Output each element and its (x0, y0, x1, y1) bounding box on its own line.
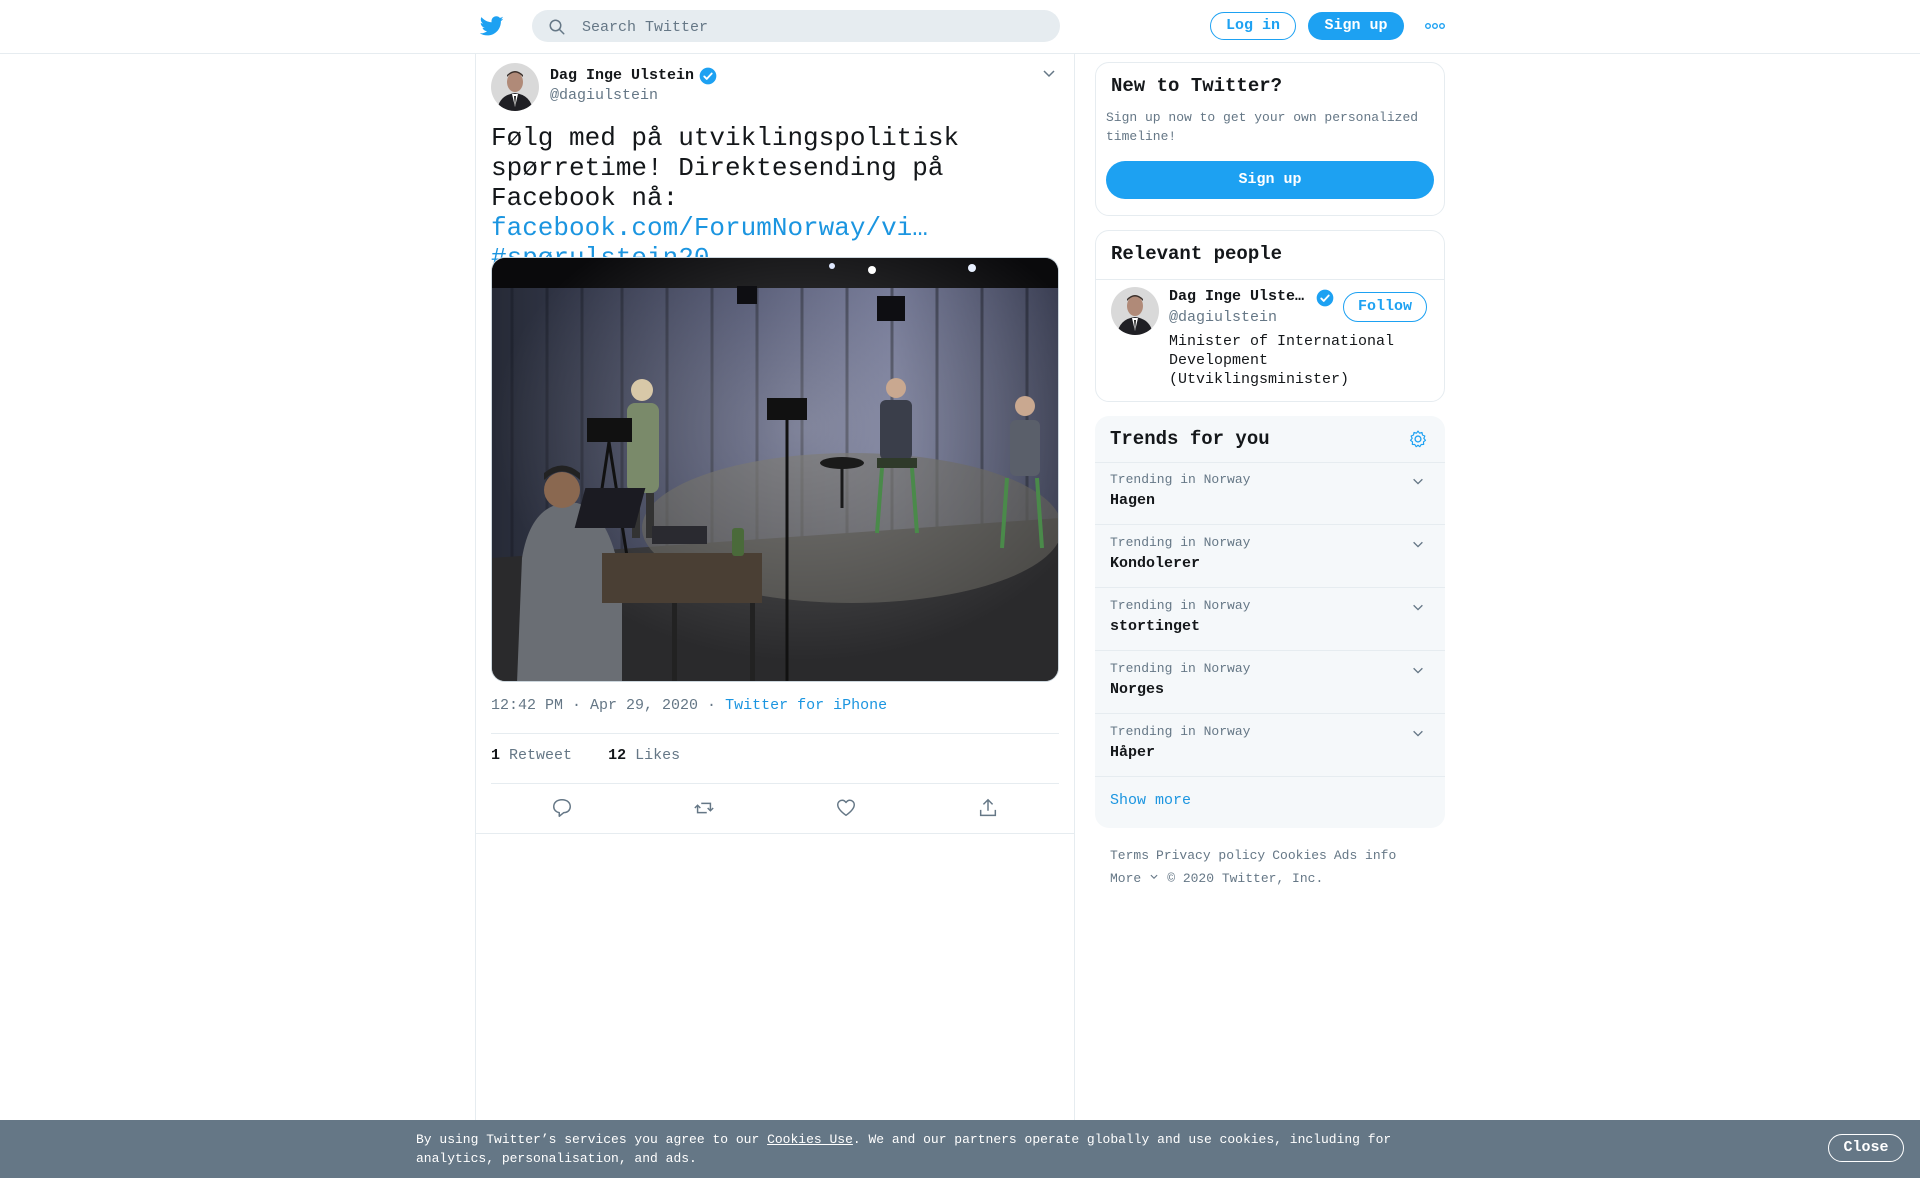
chevron-down-icon (1150, 874, 1158, 880)
trend-name: Hagen (1110, 492, 1156, 509)
ads-info-link[interactable]: Ads info (1334, 848, 1396, 863)
author-handle[interactable]: @dagiulstein (550, 87, 658, 104)
chevron-down-icon[interactable] (1411, 600, 1425, 614)
author-name[interactable]: Dag Inge Ulstein (550, 67, 694, 84)
panel-header: Relevant people (1096, 231, 1444, 280)
cookie-text: By using Twitter’s services you agree to… (416, 1130, 1416, 1168)
copyright: © 2020 Twitter, Inc. (1167, 871, 1324, 886)
panel-subtitle: Sign up now to get your own personalized… (1106, 110, 1419, 144)
retweet-icon[interactable] (693, 797, 715, 819)
trend-context: Trending in Norway (1110, 472, 1251, 487)
studio-photo (492, 258, 1058, 681)
more-label: More (1110, 871, 1142, 886)
twitter-logo-icon[interactable] (479, 14, 505, 38)
tweet-stats: 1 Retweet 12 Likes (491, 747, 680, 764)
trend-name: stortinget (1110, 618, 1201, 635)
person-name[interactable]: Dag Inge Ulste… (1169, 288, 1309, 305)
search-input[interactable] (580, 10, 1044, 44)
trend-context: Trending in Norway (1110, 724, 1251, 739)
panel-title: Trends for you (1110, 428, 1270, 450)
trend-name: Norges (1110, 681, 1165, 698)
footer-links: Terms Privacy policy Cookies Ads info More ©… (1110, 844, 1440, 890)
chevron-down-icon[interactable] (1411, 537, 1425, 551)
tweet-column: Dag Inge Ulstein @dagiulstein Følg med p… (475, 53, 1075, 1121)
login-button[interactable]: Log in (1210, 12, 1296, 40)
like-count: 12 (608, 747, 627, 764)
retweet-stat[interactable]: 1 Retweet (491, 747, 572, 764)
follow-button[interactable]: Follow (1343, 292, 1427, 322)
show-more-link[interactable]: Show more (1110, 792, 1191, 809)
panel-title: Relevant people (1111, 243, 1283, 265)
share-icon[interactable] (977, 797, 999, 819)
gear-icon[interactable] (1408, 429, 1428, 449)
tweet-link[interactable]: facebook.com/ForumNorway/vi… (491, 213, 928, 243)
close-button[interactable]: Close (1828, 1134, 1904, 1162)
verified-badge-icon (699, 67, 717, 85)
trend-name: Kondolerer (1110, 555, 1201, 572)
tweet: Dag Inge Ulstein @dagiulstein Følg med p… (476, 53, 1074, 834)
chevron-down-icon[interactable] (1411, 663, 1425, 677)
verified-badge-icon (1316, 289, 1334, 307)
top-bar: Log in Sign up (0, 0, 1920, 54)
cookie-banner: By using Twitter’s services you agree to… (0, 1120, 1920, 1178)
like-icon[interactable] (835, 797, 857, 819)
retweet-count: 1 (491, 747, 501, 764)
trend-item[interactable]: Trending in Norway Håper (1095, 714, 1445, 777)
sidebar-signup-button[interactable]: Sign up (1106, 161, 1434, 199)
avatar-image (491, 63, 539, 111)
new-to-twitter-panel: New to Twitter? Sign up now to get your … (1095, 62, 1445, 216)
signup-button[interactable]: Sign up (1308, 12, 1404, 40)
person-handle[interactable]: @dagiulstein (1169, 309, 1277, 326)
more-dots-icon[interactable] (1425, 20, 1445, 32)
trend-context: Trending in Norway (1110, 661, 1251, 676)
trend-item[interactable]: Trending in Norway Kondolerer (1095, 525, 1445, 588)
tweet-text: Følg med på utviklingspolitisk spørretim… (491, 123, 1051, 273)
meta-separator: · (698, 697, 726, 714)
trends-panel: Trends for you Trending in Norway Hagen … (1095, 416, 1445, 828)
tweet-text-plain: Følg med på utviklingspolitisk spørretim… (491, 123, 975, 213)
tweet-photo[interactable] (491, 257, 1059, 682)
trend-name: Håper (1110, 744, 1156, 761)
terms-link[interactable]: Terms (1110, 848, 1149, 863)
cookies-use-link[interactable]: Cookies Use (767, 1132, 853, 1147)
avatar[interactable] (491, 63, 539, 111)
trend-item[interactable]: Trending in Norway stortinget (1095, 588, 1445, 651)
panel-header: Trends for you (1095, 416, 1445, 463)
search-icon (549, 19, 565, 35)
chevron-down-icon[interactable] (1411, 474, 1425, 488)
likes-label: Likes (635, 747, 681, 764)
tweet-meta: 12:42 PM · Apr 29, 2020 · Twitter for iP… (491, 697, 887, 714)
more-menu[interactable]: More (1110, 871, 1160, 886)
tweet-time[interactable]: 12:42 PM · Apr 29, 2020 (491, 697, 698, 714)
cookie-text-before: By using Twitter’s services you agree to… (416, 1132, 768, 1147)
chevron-down-icon[interactable] (1041, 65, 1057, 81)
avatar[interactable] (1111, 287, 1159, 335)
reply-icon[interactable] (551, 797, 573, 819)
trend-context: Trending in Norway (1110, 598, 1251, 613)
chevron-down-icon[interactable] (1411, 726, 1425, 740)
trend-item[interactable]: Trending in Norway Norges (1095, 651, 1445, 714)
tweet-source[interactable]: Twitter for iPhone (725, 697, 887, 714)
cookies-link[interactable]: Cookies (1272, 848, 1327, 863)
privacy-link[interactable]: Privacy policy (1156, 848, 1265, 863)
divider (491, 733, 1059, 734)
retweet-label: Retweet (509, 747, 573, 764)
avatar-image (1111, 287, 1159, 335)
trend-item[interactable]: Trending in Norway Hagen (1095, 462, 1445, 525)
person-bio: Minister of International Development (U… (1169, 333, 1395, 388)
relevant-people-panel: Relevant people Dag Inge Ulste… @dagiuls… (1095, 230, 1445, 402)
search-box[interactable] (532, 10, 1060, 44)
divider (491, 783, 1059, 784)
trend-context: Trending in Norway (1110, 535, 1251, 550)
tweet-actions (491, 795, 1059, 825)
likes-stat[interactable]: 12 Likes (608, 747, 680, 764)
panel-title: New to Twitter? (1111, 75, 1283, 97)
